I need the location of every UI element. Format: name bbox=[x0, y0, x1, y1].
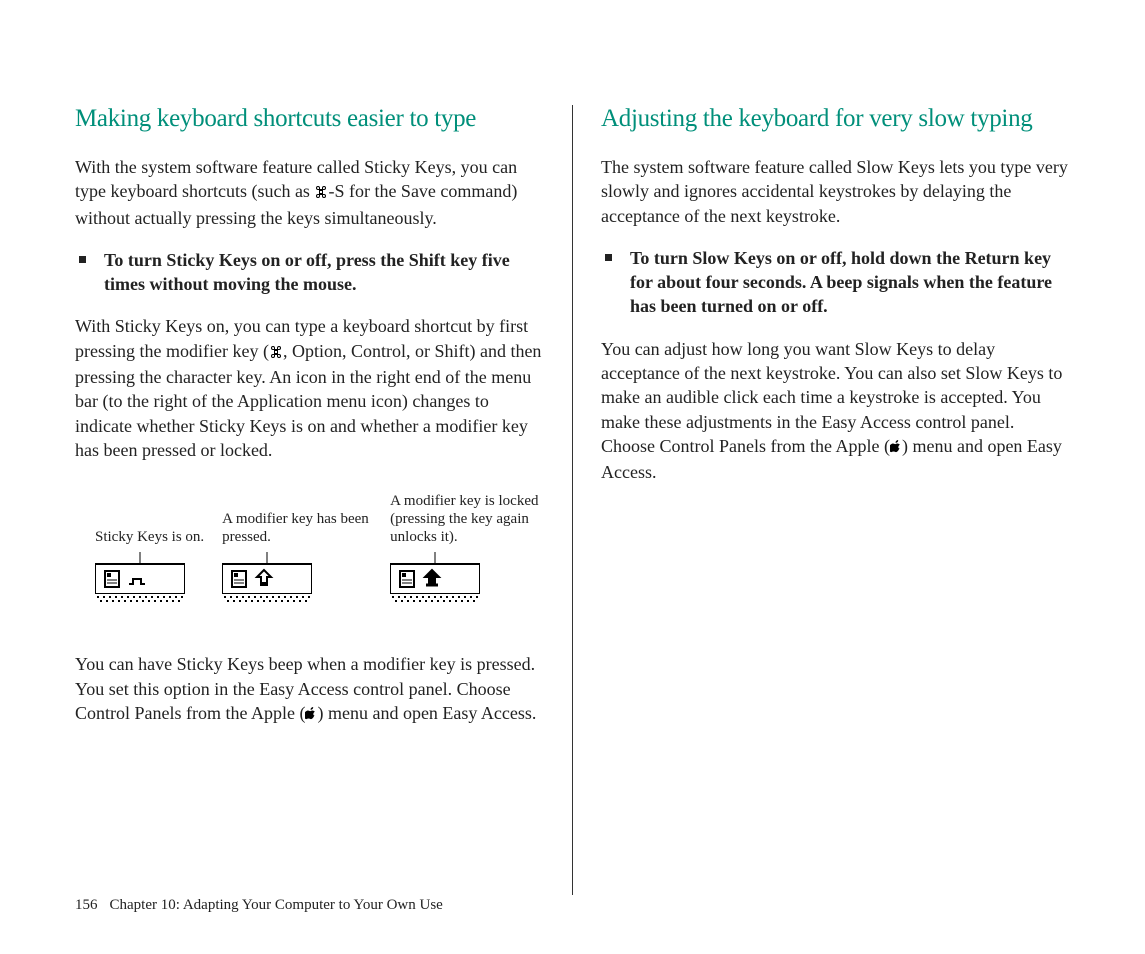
page-number: 156 bbox=[75, 897, 98, 913]
paragraph: You can adjust how long you want Slow Ke… bbox=[601, 337, 1070, 485]
instruction-bullet: To turn Sticky Keys on or off, press the… bbox=[75, 248, 544, 297]
paragraph: With the system software feature called … bbox=[75, 155, 544, 230]
menubar-icon-locked bbox=[390, 552, 480, 612]
instruction-text: To turn Sticky Keys on or off, press the… bbox=[104, 248, 544, 297]
instruction-text: To turn Slow Keys on or off, hold down t… bbox=[630, 246, 1070, 319]
chapter-title: Chapter 10: Adapting Your Computer to Yo… bbox=[110, 897, 443, 913]
figure-item-pressed: A modifier key has been pressed. bbox=[222, 510, 372, 612]
section-heading-sticky-keys: Making keyboard shortcuts easier to type bbox=[75, 105, 544, 133]
page-columns: Making keyboard shortcuts easier to type… bbox=[75, 105, 1070, 895]
paragraph: The system software feature called Slow … bbox=[601, 155, 1070, 228]
figure-caption: A modifier key has been pressed. bbox=[222, 510, 372, 546]
square-bullet-icon bbox=[605, 254, 612, 261]
apple-menu-icon bbox=[305, 703, 317, 727]
paragraph: You can have Sticky Keys beep when a mod… bbox=[75, 652, 544, 727]
figure-caption: A modifier key is locked (pressing the k… bbox=[390, 492, 540, 546]
section-heading-slow-keys: Adjusting the keyboard for very slow typ… bbox=[601, 105, 1070, 133]
figure-item-on: Sticky Keys is on. bbox=[95, 528, 204, 612]
command-key-icon bbox=[269, 341, 283, 365]
command-key-icon bbox=[314, 181, 328, 205]
sticky-keys-figure: Sticky Keys is on. A modifier key has be… bbox=[75, 492, 544, 612]
text: ) menu and open Easy Access. bbox=[317, 703, 536, 723]
menubar-icon-pressed bbox=[222, 552, 312, 612]
instruction-bullet: To turn Slow Keys on or off, hold down t… bbox=[601, 246, 1070, 319]
page-footer: 156 Chapter 10: Adapting Your Computer to… bbox=[75, 897, 443, 914]
figure-caption: Sticky Keys is on. bbox=[95, 528, 204, 546]
paragraph: With Sticky Keys on, you can type a keyb… bbox=[75, 314, 544, 462]
menubar-icon-on bbox=[95, 552, 185, 612]
square-bullet-icon bbox=[79, 256, 86, 263]
figure-item-locked: A modifier key is locked (pressing the k… bbox=[390, 492, 540, 612]
apple-menu-icon bbox=[890, 436, 902, 460]
right-column: Adjusting the keyboard for very slow typ… bbox=[573, 105, 1070, 895]
left-column: Making keyboard shortcuts easier to type… bbox=[75, 105, 573, 895]
